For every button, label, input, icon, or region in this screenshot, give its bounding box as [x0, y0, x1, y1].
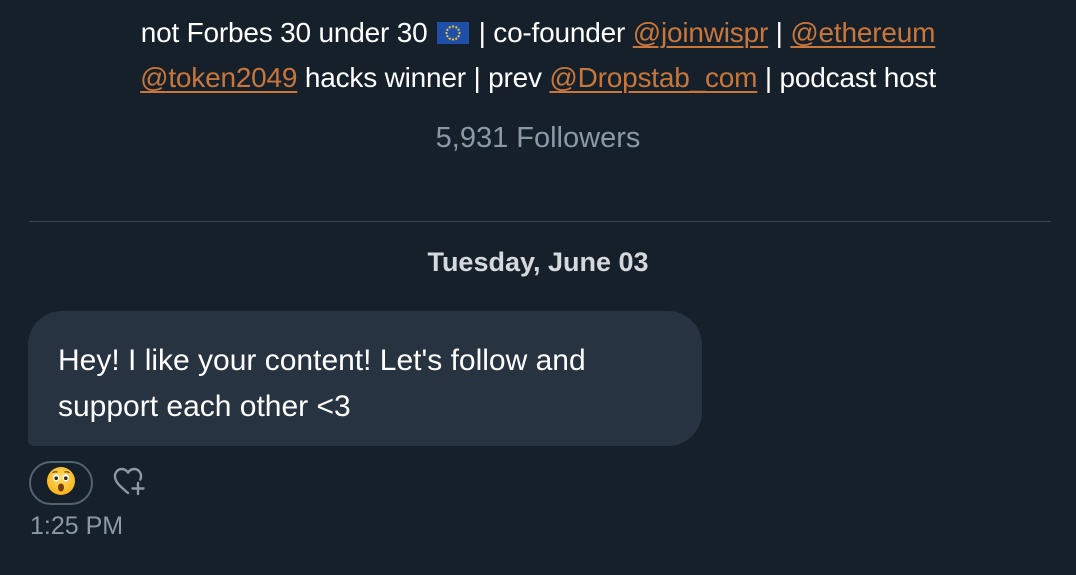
mention-link-dropstab[interactable]: @Dropstab_com [549, 62, 757, 93]
profile-bio: not Forbes 30 under 30 | co-founder @joi… [0, 10, 1076, 100]
followers-count-link[interactable]: 5,931 Followers [0, 122, 1076, 155]
bio-text: hacks winner | prev [297, 62, 550, 93]
message-timestamp: 1:25 PM [30, 512, 124, 540]
message-text: Hey! I like your content! Let's follow a… [58, 344, 586, 423]
divider [29, 221, 1051, 222]
eu-flag-icon [437, 22, 470, 44]
date-separator: Tuesday, June 03 [427, 247, 649, 277]
heart-plus-icon [111, 463, 147, 504]
message-bubble[interactable]: Hey! I like your content! Let's follow a… [28, 311, 702, 446]
bio-text: not Forbes 30 under 30 [140, 17, 436, 48]
bio-line-1: not Forbes 30 under 30 | co-founder @joi… [0, 10, 1076, 55]
bio-text: | co-founder [471, 17, 633, 48]
bio-text: | [768, 17, 791, 48]
bio-line-2: @token2049 hacks winner | prev @Dropstab… [0, 55, 1076, 100]
add-reaction-button[interactable] [109, 463, 149, 503]
mention-link-token2049[interactable]: @token2049 [140, 62, 297, 93]
message-reactions [29, 460, 149, 506]
astonished-face-icon [46, 466, 76, 501]
reaction-astonished-button[interactable] [29, 461, 93, 505]
bio-text: | podcast host [757, 62, 936, 93]
mention-link-joinwispr[interactable]: @joinwispr [633, 17, 769, 48]
mention-link-ethereum[interactable]: @ethereum [790, 17, 935, 48]
